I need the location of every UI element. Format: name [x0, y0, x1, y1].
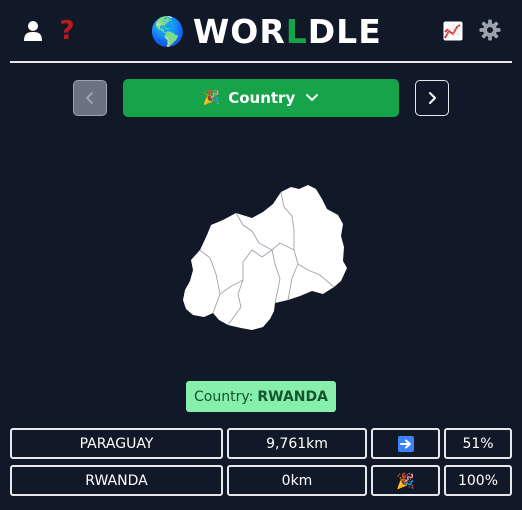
party-popper-icon: 🎉	[396, 471, 415, 490]
title-part2: DLE	[307, 12, 382, 51]
game-mode-label: Country	[228, 89, 296, 107]
guess-distance: 0km	[227, 465, 367, 496]
globe-icon: 🌎	[150, 15, 185, 48]
stats-icon[interactable]	[442, 20, 464, 42]
right-arrow-icon	[397, 435, 414, 452]
guess-direction	[371, 428, 440, 459]
guess-proximity: 51%	[444, 428, 512, 459]
chevron-right-icon	[429, 92, 436, 104]
game-mode-dropdown[interactable]: 🎉 Country	[123, 79, 399, 117]
guess-country: PARAGUAY	[10, 428, 223, 459]
answer-prefix: Country:	[194, 388, 254, 405]
party-popper-icon: 🎉	[202, 90, 221, 106]
header: ? 🌎 WORLDLE	[10, 0, 512, 63]
user-icon[interactable]	[22, 19, 44, 43]
guess-proximity: 100%	[444, 465, 512, 496]
next-button[interactable]	[415, 80, 449, 116]
app-title: WORLDLE	[193, 12, 382, 52]
chevron-left-icon	[86, 92, 93, 104]
chevron-down-icon	[305, 93, 319, 103]
gear-icon[interactable]	[478, 18, 502, 42]
logo: 🌎 WORLDLE	[150, 12, 382, 52]
help-icon[interactable]: ?	[56, 16, 78, 46]
country-map	[180, 184, 350, 332]
guess-distance: 9,761km	[227, 428, 367, 459]
previous-button[interactable]	[73, 80, 107, 116]
title-part1: WOR	[192, 12, 286, 51]
guess-country: RWANDA	[10, 465, 223, 496]
title-highlight: L	[285, 12, 308, 51]
guess-direction: 🎉	[371, 465, 440, 496]
answer-value: RWANDA	[257, 388, 328, 405]
answer-reveal: Country: RWANDA	[186, 381, 336, 412]
